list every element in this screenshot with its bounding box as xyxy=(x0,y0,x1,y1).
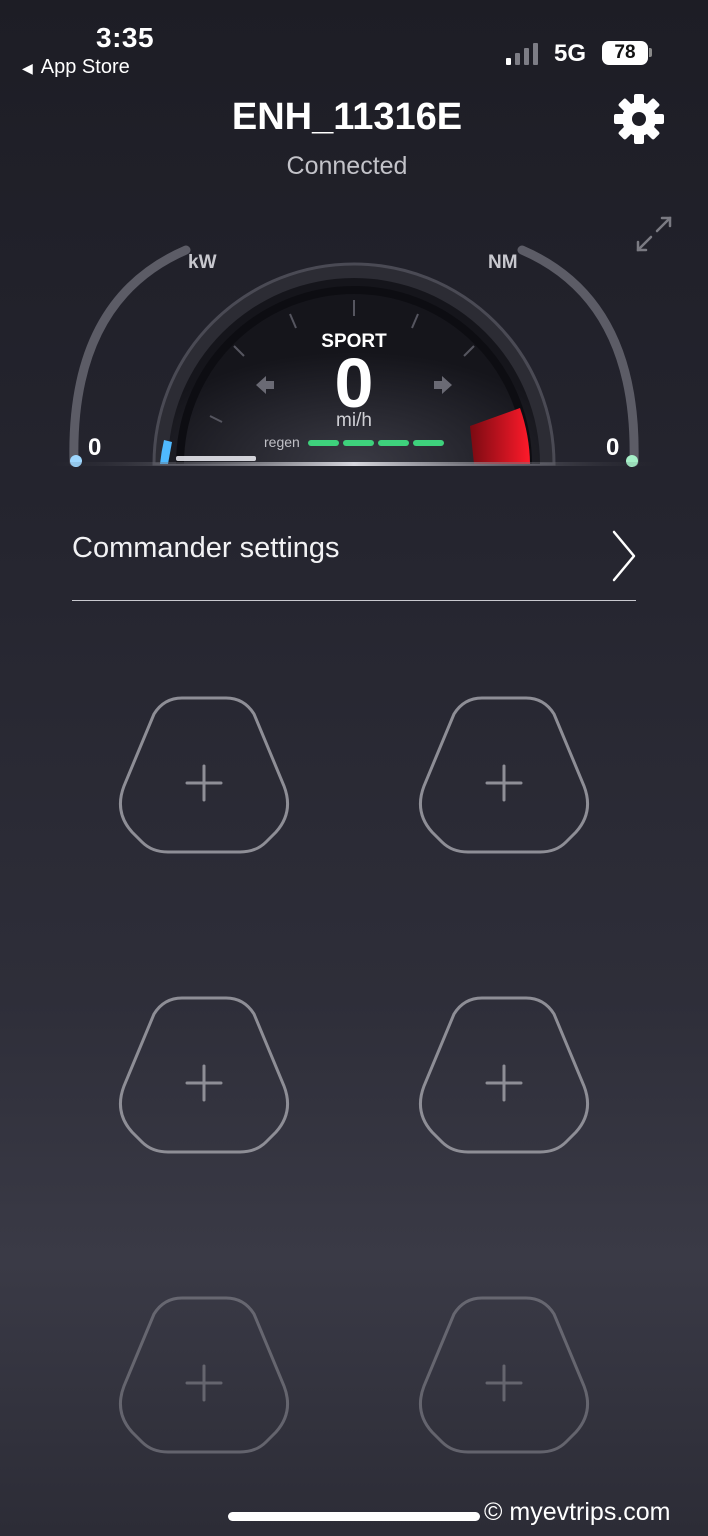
add-shortcut-button[interactable] xyxy=(116,1294,292,1454)
regen-label: regen xyxy=(264,434,300,450)
connection-status: Connected xyxy=(286,152,408,180)
home-indicator[interactable] xyxy=(228,1512,480,1521)
commander-settings-row[interactable]: Commander settings xyxy=(72,520,636,601)
turn-left-arrow-icon xyxy=(256,376,274,394)
add-shortcut-button[interactable] xyxy=(416,694,592,854)
device-name: ENH_11316E xyxy=(231,96,463,138)
regen-segment xyxy=(378,440,409,446)
plus-icon xyxy=(185,1364,223,1402)
back-to-app-store-link[interactable]: ◀ App Store xyxy=(22,56,130,79)
slot-outline xyxy=(118,996,290,1154)
add-shortcut-button[interactable] xyxy=(416,994,592,1154)
gear-icon[interactable] xyxy=(612,92,666,146)
watermark: © myevtrips.com xyxy=(484,1498,671,1526)
slot-outline xyxy=(118,1296,290,1454)
plus-icon xyxy=(485,1064,523,1102)
slot-outline xyxy=(118,696,290,854)
battery-level: 78 xyxy=(614,42,636,63)
commander-settings-label: Commander settings xyxy=(72,532,340,564)
slot-outline xyxy=(418,1296,590,1454)
regen-segment xyxy=(308,440,339,446)
regen-level-bar xyxy=(308,440,448,448)
torque-value: 0 xyxy=(606,434,620,461)
regen-segment xyxy=(343,440,374,446)
cellular-signal-icon xyxy=(506,43,538,65)
regen-segment xyxy=(413,440,444,446)
gauge-floor xyxy=(40,462,668,466)
power-value: 0 xyxy=(88,434,102,461)
back-label: App Store xyxy=(40,56,130,78)
add-shortcut-button[interactable] xyxy=(116,994,292,1154)
network-type: 5G xyxy=(554,40,587,67)
plus-icon xyxy=(485,764,523,802)
plus-icon xyxy=(485,1364,523,1402)
back-triangle-icon: ◀ xyxy=(22,60,33,76)
speed-value: 0 xyxy=(334,344,374,422)
turn-right-arrow-icon xyxy=(434,376,452,394)
plus-icon xyxy=(185,1064,223,1102)
slot-outline xyxy=(418,696,590,854)
add-shortcut-button[interactable] xyxy=(116,694,292,854)
battery-tip xyxy=(649,48,652,57)
speed-unit: mi/h xyxy=(336,410,372,431)
torque-unit-label: NM xyxy=(488,252,518,273)
add-shortcut-button[interactable] xyxy=(416,1294,592,1454)
status-time: 3:35 xyxy=(96,22,155,53)
needle-rest xyxy=(176,456,256,461)
chevron-right-icon xyxy=(612,530,636,582)
power-unit-label: kW xyxy=(188,252,217,273)
battery-icon: 78 xyxy=(602,41,648,65)
slot-outline xyxy=(418,996,590,1154)
plus-icon xyxy=(185,764,223,802)
